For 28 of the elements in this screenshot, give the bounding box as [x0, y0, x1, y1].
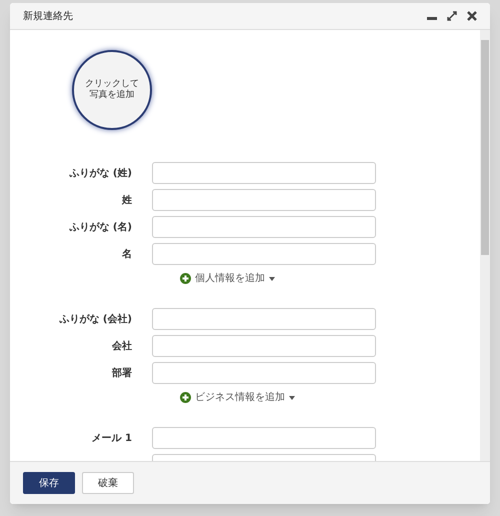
field-label: 姓: [120, 194, 133, 208]
window-title: 新規連絡先: [23, 10, 74, 24]
field-label: 名: [121, 248, 133, 262]
expand-icon[interactable]: [447, 11, 457, 21]
input-field[interactable]: [152, 362, 376, 384]
input-field[interactable]: [152, 162, 376, 184]
field-label: 会社: [111, 340, 133, 354]
add-info-link[interactable]: ビジネス情報を追加: [180, 390, 295, 405]
field-label: 部署: [110, 366, 133, 380]
input-field[interactable]: [152, 335, 376, 357]
plus-circle-icon: [180, 392, 191, 403]
field-label: メール 1: [90, 432, 133, 446]
input-field[interactable]: [152, 216, 376, 238]
close-icon[interactable]: [467, 11, 477, 21]
caret-icon: [269, 276, 275, 280]
add-info-link[interactable]: 個人情報を追加: [180, 271, 275, 286]
input-field[interactable]: [152, 243, 376, 265]
plus-circle-icon: [180, 273, 191, 284]
field-label: ふりがな (会社): [58, 312, 133, 326]
caret-icon: [289, 396, 295, 400]
field-label: ふりがな (名): [68, 220, 133, 234]
input-field[interactable]: [152, 427, 376, 449]
scrollbar[interactable]: [480, 30, 490, 461]
field-label: ふりがな (姓): [68, 166, 133, 180]
input-field[interactable]: [152, 189, 376, 211]
save-button[interactable]: 保存: [23, 472, 75, 494]
discard-button[interactable]: 破棄: [82, 472, 134, 494]
input-field[interactable]: [152, 308, 376, 330]
